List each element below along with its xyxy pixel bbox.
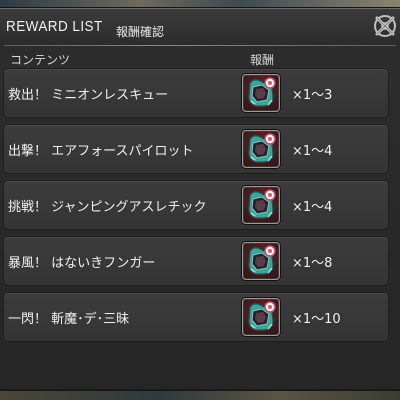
reward-quantity: ×1～4 (292, 144, 333, 159)
content-name: 一閃！ 斬魔･デ･三昧 (8, 312, 130, 327)
minion-token-icon[interactable] (242, 298, 280, 336)
close-button[interactable] (372, 13, 398, 39)
reward-row[interactable]: 挑戦！ ジャンピングアスレチック ×1～4 (4, 181, 388, 229)
reward-quantity: ×1～3 (292, 88, 333, 103)
reward-row[interactable]: 出撃！ エアフォースパイロット ×1～4 (4, 125, 388, 173)
minion-token-icon[interactable] (242, 74, 280, 112)
window-subtitle: 報酬確認 (116, 25, 165, 39)
window-title: REWARD LIST (6, 18, 103, 35)
reward-quantity: ×1～8 (292, 256, 333, 271)
reward-quantity: ×1～10 (292, 312, 341, 327)
reward-row[interactable]: 暴風！ はないきフンガー ×1～8 (4, 237, 388, 285)
content-name: 救出！ ミニオンレスキュー (8, 88, 169, 103)
reward-quantity: ×1～4 (292, 200, 333, 215)
minion-token-icon[interactable] (242, 242, 280, 280)
column-header-reward: 報酬 (250, 53, 275, 67)
window-titlebar[interactable]: REWARD LIST 報酬確認 (0, 9, 400, 45)
close-icon (374, 15, 396, 37)
reward-row[interactable]: 一閃！ 斬魔･デ･三昧 ×1～10 (4, 293, 388, 341)
title-divider (4, 45, 396, 46)
content-name: 出撃！ エアフォースパイロット (8, 144, 194, 159)
content-name: 暴風！ はないきフンガー (8, 256, 156, 271)
column-header-content: コンテンツ (10, 53, 71, 67)
reward-list-window: REWARD LIST 報酬確認 コンテンツ 報酬 救出！ ミニオンレスキュー (0, 8, 400, 390)
content-name: 挑戦！ ジャンピングアスレチック (8, 200, 207, 215)
minion-token-icon[interactable] (242, 130, 280, 168)
reward-row[interactable]: 救出！ ミニオンレスキュー ×1～3 (4, 69, 388, 117)
minion-token-icon[interactable] (242, 186, 280, 224)
